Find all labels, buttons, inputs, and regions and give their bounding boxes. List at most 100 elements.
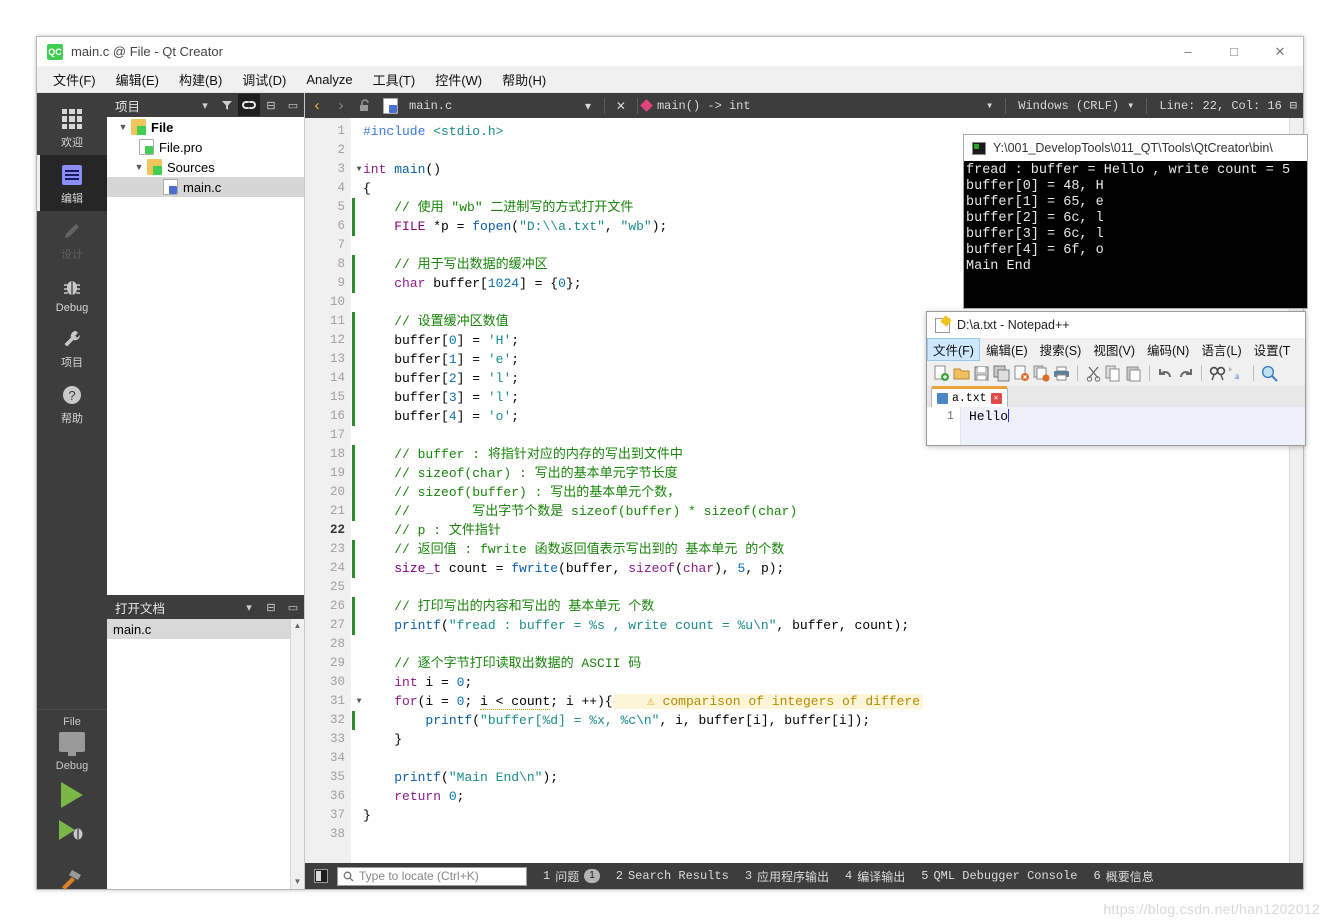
save-icon[interactable] [973,365,990,382]
minimize-button[interactable]: – [1165,37,1211,67]
line-ending-dropdown-icon[interactable]: ▾ [1127,98,1134,113]
tree-item-main-c[interactable]: main.c [107,177,304,197]
redo-icon[interactable] [1177,365,1194,382]
npp-menu-search[interactable]: 搜索(S) [1034,338,1088,361]
output-pane-compile-output[interactable]: 4 编译输出 [845,868,905,885]
code-line[interactable]: for(i = 0; i < count; i ++){ ⚠ compariso… [351,692,1303,711]
close-button[interactable]: ✕ [1257,37,1303,67]
menu-window[interactable]: 控件(W) [425,67,492,92]
code-line[interactable] [351,825,1303,844]
print-icon[interactable] [1053,365,1070,382]
symbol-dropdown-icon[interactable]: ▾ [986,98,993,113]
split-pane-icon[interactable]: ⊟ [260,596,282,618]
output-pane-qml-debugger[interactable]: 5 QML Debugger Console [921,869,1077,883]
close-editor-button[interactable]: ✕ [609,93,633,118]
line-ending-label[interactable]: Windows (CRLF) [1018,99,1119,113]
chevron-down-icon[interactable]: ▾ [238,596,260,618]
menu-tools[interactable]: 工具(T) [363,67,426,92]
open-folder-icon[interactable] [953,365,970,382]
twisty-icon[interactable]: ▼ [131,162,147,172]
code-line[interactable]: // buffer : 将指针对应的内存的写出到文件中 [351,445,1303,464]
scroll-down-icon[interactable]: ▼ [291,875,304,889]
copy-icon[interactable] [1105,365,1122,382]
output-pane-search[interactable]: 2 Search Results [616,869,729,883]
menu-analyze[interactable]: Analyze [296,69,362,90]
unlocked-padlock-icon[interactable] [353,93,377,118]
tree-item-sources[interactable]: ▼ Sources [107,157,304,177]
scroll-up-icon[interactable]: ▲ [291,619,304,633]
mode-item-edit[interactable]: 编辑 [37,155,107,211]
code-line[interactable]: // 打印写出的内容和写出的 基本单元 个数 [351,597,1303,616]
code-line[interactable] [351,749,1303,768]
navigate-back-button[interactable]: ‹ [305,93,329,118]
code-line[interactable]: printf("fread : buffer = %s , write coun… [351,616,1303,635]
code-line[interactable]: // sizeof(buffer) : 写出的基本单元个数， [351,483,1303,502]
project-tree[interactable]: ▼ File File.pro ▼ Sources main.c [107,117,304,595]
editor-file-selector[interactable]: main.c [377,97,458,114]
npp-document-text[interactable]: Hello [961,407,1305,445]
close-file-icon[interactable] [1013,365,1030,382]
code-line[interactable]: // 返回值 : fwrite 函数返回值表示写出到的 基本单元 的个数 [351,540,1303,559]
build-button-icon[interactable] [59,865,85,890]
file-dropdown-icon[interactable]: ▾ [576,93,600,118]
menu-file[interactable]: 文件(F) [43,67,106,92]
menu-debug[interactable]: 调试(D) [232,67,296,92]
mode-item-projects[interactable]: 项目 [37,319,107,375]
split-editor-icon[interactable]: ⊟ [1290,98,1297,113]
chevron-down-icon[interactable]: ▾ [194,94,216,116]
npp-menu-view[interactable]: 视图(V) [1087,338,1141,361]
toggle-sidebar-icon[interactable] [309,866,333,886]
navigate-forward-button[interactable]: › [329,93,353,118]
code-line[interactable]: // sizeof(char) : 写出的基本单元字节长度 [351,464,1303,483]
zoom-in-icon[interactable] [1261,365,1278,382]
code-line[interactable]: // 写出字节个数是 sizeof(buffer) * sizeof(char) [351,502,1303,521]
save-all-icon[interactable] [993,365,1010,382]
close-all-icon[interactable] [1033,365,1050,382]
locator-input[interactable]: Type to locate (Ctrl+K) [337,866,527,886]
mode-item-help[interactable]: ? 帮助 [37,375,107,431]
new-file-icon[interactable] [933,365,950,382]
twisty-icon[interactable]: ▼ [115,122,131,132]
paste-icon[interactable] [1125,365,1142,382]
npp-menu-settings[interactable]: 设置(T [1248,338,1297,361]
mode-item-welcome[interactable]: 欢迎 [37,99,107,155]
menu-help[interactable]: 帮助(H) [492,67,556,92]
npp-menu-encoding[interactable]: 编码(N) [1141,338,1195,361]
code-line[interactable]: } [351,806,1303,825]
maximize-button[interactable]: □ [1211,37,1257,67]
npp-menu-language[interactable]: 语言(L) [1195,338,1247,361]
list-item[interactable]: main.c [107,619,304,639]
code-line[interactable]: size_t count = fwrite(buffer, sizeof(cha… [351,559,1303,578]
code-line[interactable]: // 逐个字节打印读取出数据的 ASCII 码 [351,654,1303,673]
code-line[interactable]: // p : 文件指针 [351,521,1303,540]
code-line[interactable]: } [351,730,1303,749]
filter-icon[interactable] [216,94,238,116]
debug-button-icon[interactable] [57,818,87,847]
tree-item-file-pro[interactable]: File.pro [107,137,304,157]
notepadpp-editor[interactable]: 1 Hello [927,407,1305,445]
code-line[interactable] [351,635,1303,654]
code-line[interactable]: printf("Main End\n"); [351,768,1303,787]
code-line[interactable]: int i = 0; [351,673,1303,692]
replace-icon[interactable]: ᵇa [1229,365,1246,382]
tree-item-file-project[interactable]: ▼ File [107,117,304,137]
npp-menu-edit[interactable]: 编辑(E) [980,338,1034,361]
menu-edit[interactable]: 编辑(E) [106,67,169,92]
mode-item-design[interactable]: 设计 [37,211,107,267]
sync-link-icon[interactable] [238,94,260,116]
mode-item-debug[interactable]: Debug [37,267,107,319]
tab-close-icon[interactable]: ✕ [990,392,1002,404]
code-line[interactable] [351,578,1303,597]
split-pane-icon[interactable]: ⊟ [260,94,282,116]
run-button-icon[interactable] [61,782,83,808]
symbol-selector[interactable]: main() -> int [640,99,751,113]
output-pane-issues[interactable]: 1 问题 1 [543,868,600,885]
code-line[interactable]: return 0; [351,787,1303,806]
undo-icon[interactable] [1157,365,1174,382]
menu-build[interactable]: 构建(B) [169,67,232,92]
npp-menu-file[interactable]: 文件(F) [927,337,980,361]
opendocs-scrollbar[interactable]: ▲ ▼ [290,619,304,889]
output-pane-summary[interactable]: 6 概要信息 [1093,868,1153,885]
dock-close-icon[interactable]: ▭ [282,94,304,116]
tab-a-txt[interactable]: a.txt ✕ [931,386,1008,407]
